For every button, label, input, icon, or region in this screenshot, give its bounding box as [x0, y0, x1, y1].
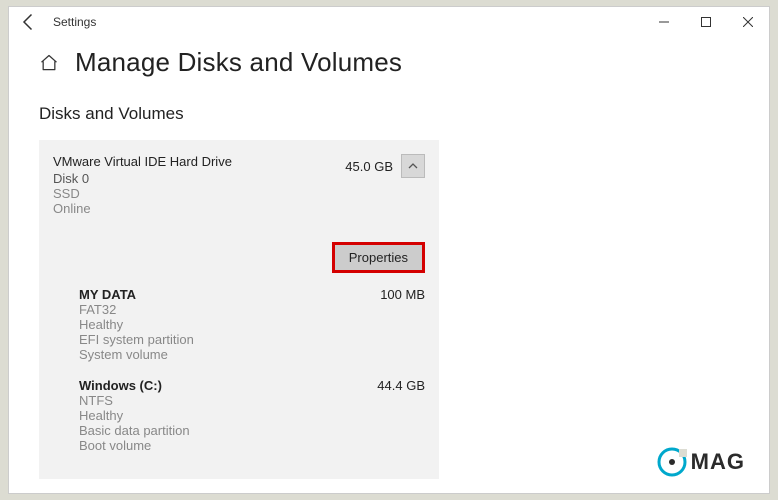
window-controls	[643, 7, 769, 37]
content-area: Manage Disks and Volumes Disks and Volum…	[9, 37, 769, 479]
window-title: Settings	[53, 15, 96, 29]
disk-type: SSD	[53, 186, 345, 201]
volume-name: Windows (C:)	[79, 378, 190, 393]
disk-id: Disk 0	[53, 171, 345, 186]
disk-status: Online	[53, 201, 345, 216]
settings-window: Settings Manage Disks and Volumes Disks …	[8, 6, 770, 494]
page-heading: Manage Disks and Volumes	[39, 47, 739, 78]
volume-fs: FAT32	[79, 302, 194, 317]
disk-size: 45.0 GB	[345, 159, 393, 174]
arrow-left-icon	[19, 12, 39, 32]
minimize-icon	[659, 17, 669, 27]
maximize-button[interactable]	[685, 7, 727, 37]
disk-name: VMware Virtual IDE Hard Drive	[53, 154, 345, 169]
watermark-icon	[657, 447, 687, 477]
close-button[interactable]	[727, 7, 769, 37]
watermark-text: MAG	[691, 449, 745, 475]
disk-panel: VMware Virtual IDE Hard Drive Disk 0 SSD…	[39, 140, 439, 479]
collapse-button[interactable]	[401, 154, 425, 178]
disk-header: VMware Virtual IDE Hard Drive Disk 0 SSD…	[53, 154, 425, 216]
volume-partition-type: Basic data partition	[79, 423, 190, 438]
properties-button[interactable]: Properties	[332, 242, 425, 273]
close-icon	[743, 17, 753, 27]
chevron-up-icon	[408, 161, 418, 171]
volume-size: 44.4 GB	[377, 378, 425, 453]
volume-item[interactable]: Windows (C:) NTFS Healthy Basic data par…	[53, 378, 425, 453]
section-title: Disks and Volumes	[39, 104, 739, 124]
back-button[interactable]	[19, 12, 39, 32]
minimize-button[interactable]	[643, 7, 685, 37]
volume-item[interactable]: MY DATA FAT32 Healthy EFI system partiti…	[53, 287, 425, 362]
volume-role: System volume	[79, 347, 194, 362]
page-title: Manage Disks and Volumes	[75, 47, 402, 78]
watermark: MAG	[657, 447, 745, 477]
maximize-icon	[701, 17, 711, 27]
volume-fs: NTFS	[79, 393, 190, 408]
volume-partition-type: EFI system partition	[79, 332, 194, 347]
volume-name: MY DATA	[79, 287, 194, 302]
volume-size: 100 MB	[380, 287, 425, 362]
volume-health: Healthy	[79, 317, 194, 332]
volume-health: Healthy	[79, 408, 190, 423]
volume-role: Boot volume	[79, 438, 190, 453]
titlebar: Settings	[9, 7, 769, 37]
home-icon[interactable]	[39, 53, 59, 73]
